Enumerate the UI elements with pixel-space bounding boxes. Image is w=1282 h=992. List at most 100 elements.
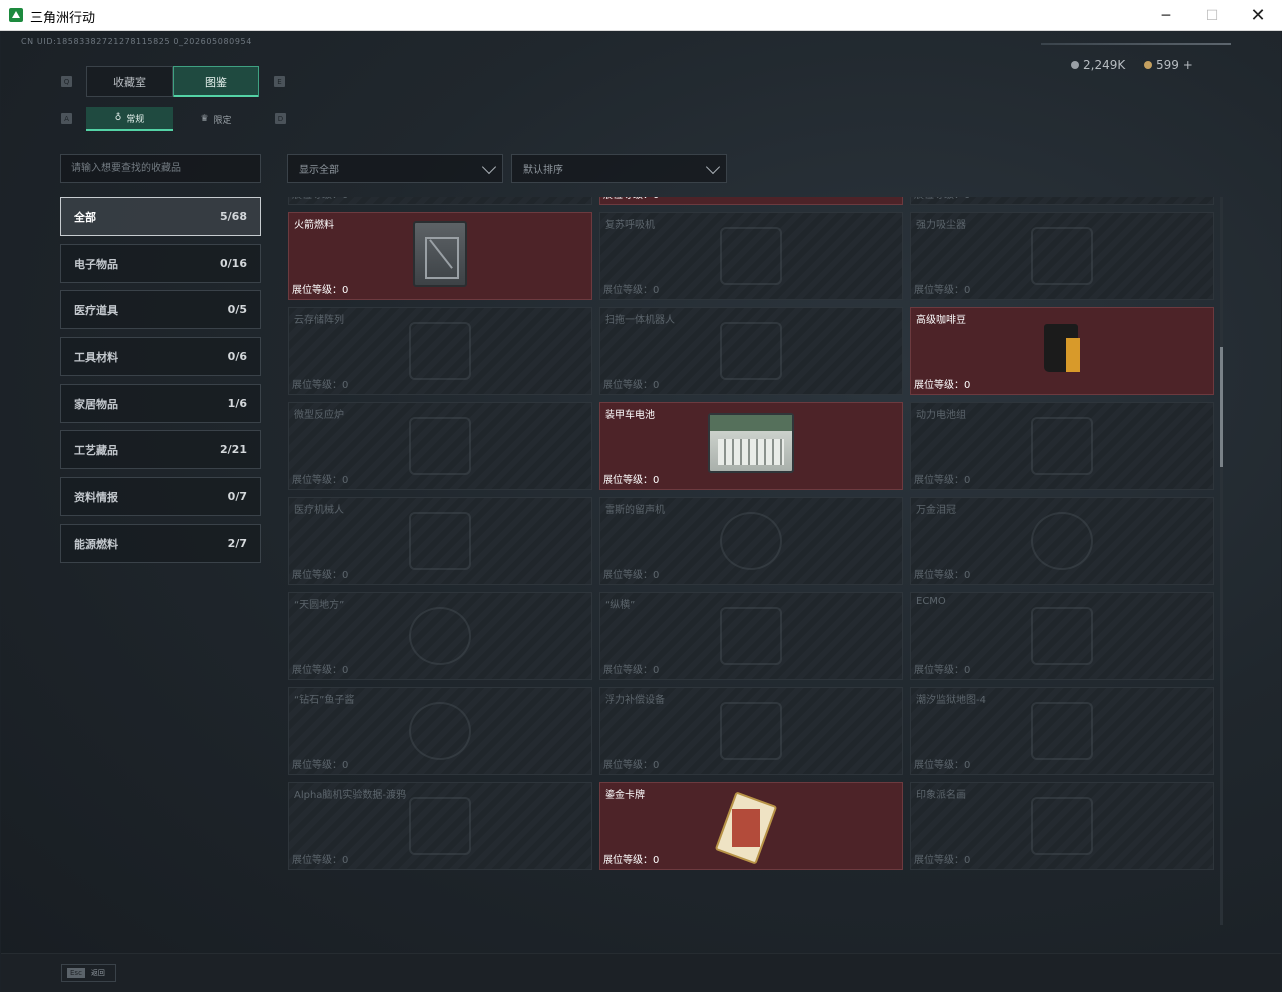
item-silhouette [409,417,471,475]
subtab-regular[interactable]: ♁ 常规 [86,107,173,131]
back-button[interactable]: Esc 返回 [61,964,116,982]
item-name: ECMO [916,596,946,607]
category-count: 1/6 [227,397,247,410]
item-name: Alpha脑机实验数据-渡鸦 [294,790,407,801]
item-silhouette [720,322,782,380]
display-filter-dropdown[interactable]: 显示全部 [287,154,503,183]
item-name: 复苏呼吸机 [605,220,655,231]
category-count: 0/6 [227,350,247,363]
item-display-level: 展位等级：0 [603,475,660,486]
collection-item-card[interactable]: 火箭燃料展位等级：0 [288,212,592,300]
collection-item-card[interactable]: 动力电池组 展位等级：0 [910,402,1214,490]
collection-item-card[interactable]: 扫拖一体机器人 展位等级：0 [599,307,903,395]
collection-item-card[interactable]: 万金泪冠 展位等级：0 [910,497,1214,585]
item-display-level: 展位等级：0 [292,855,349,866]
category-count: 0/5 [227,303,247,316]
category-energy[interactable]: 能源燃料 2/7 [60,524,261,563]
item-silhouette [1031,702,1093,760]
category-medical[interactable]: 医疗道具 0/5 [60,290,261,329]
gold-currency[interactable]: 599 + [1144,58,1193,72]
item-name: 印象派名画 [916,790,966,801]
item-display-level: 展位等级：0 [603,570,660,581]
item-display-level: 展位等级：0 [914,570,971,581]
silver-coin-icon [1071,61,1079,69]
collection-item-card[interactable]: 微型反应炉 展位等级：0 [288,402,592,490]
collection-item-card[interactable]: ECMO 展位等级：0 [910,592,1214,680]
crown-icon: ♛ [200,114,209,124]
item-image [1044,324,1080,372]
item-name: 鎏金卡牌 [605,790,645,801]
minimize-button[interactable]: ─ [1143,0,1189,31]
subtab-limited[interactable]: ♛ 限定 [173,107,259,131]
search-input[interactable] [60,154,261,183]
category-count: 0/7 [227,490,247,503]
item-grid: 奇美拉插件展位等级：0燧发枪步枪展位等级：0单兵电台背包展位等级：0火箭燃料展位… [288,197,1214,870]
collection-item-card[interactable]: 医疗机械人 展位等级：0 [288,497,592,585]
maximize-button[interactable]: ☐ [1189,0,1235,31]
item-image [714,791,778,865]
collection-item-card[interactable]: Alpha脑机实验数据-渡鸦 展位等级：0 [288,782,592,870]
item-silhouette [1031,797,1093,855]
collection-item-card[interactable]: 浮力补偿设备 展位等级：0 [599,687,903,775]
collection-item-card[interactable]: 印象派名画展位等级：0 [910,782,1214,870]
item-silhouette [720,227,782,285]
collection-item-card[interactable]: 雷斯的留声机 展位等级：0 [599,497,903,585]
item-display-level: 展位等级：0 [603,197,659,201]
collection-item-card[interactable]: “天圆地方” 展位等级：0 [288,592,592,680]
category-crafts[interactable]: 工艺藏品 2/21 [60,430,261,469]
category-electronics[interactable]: 电子物品 0/16 [60,244,261,283]
collection-item-card[interactable]: 装甲车电池 展位等级：0 [599,402,903,490]
app-logo-icon [9,8,23,22]
collection-item-card[interactable]: 高级咖啡豆 展位等级：0 [910,307,1214,395]
tab-codex[interactable]: 图鉴 [173,66,259,97]
category-label: 全部 [74,210,96,224]
item-name: 强力吸尘器 [916,220,966,231]
item-image [708,413,794,473]
collection-item-card[interactable]: 潮汐监狱地图-4 展位等级：0 [910,687,1214,775]
item-display-level: 展位等级：0 [914,665,971,676]
collection-item-card[interactable]: 云存储阵列 展位等级：0 [288,307,592,395]
window-title: 三角洲行动 [30,11,96,26]
bottom-bar: Esc 返回 [1,953,1281,992]
tab-collection-room[interactable]: 收藏室 [86,66,173,97]
subtab-limited-label: 限定 [213,115,232,126]
item-silhouette [409,322,471,380]
item-display-level: 展位等级：0 [914,855,971,866]
item-name: “天圆地方” [294,600,345,611]
item-name: “钻石”鱼子酱 [294,695,355,706]
scrollbar-thumb[interactable] [1220,347,1223,467]
item-name: 火箭燃料 [294,220,334,231]
item-grid-scrollbar[interactable] [1220,197,1223,925]
category-tools[interactable]: 工具材料 0/6 [60,337,261,376]
collection-item-card[interactable]: 强力吸尘器 展位等级：0 [910,212,1214,300]
collection-item-card[interactable]: “钻石”鱼子酱 展位等级：0 [288,687,592,775]
collection-item-card[interactable]: 奇美拉插件展位等级：0 [288,197,592,205]
item-name: 雷斯的留声机 [605,505,665,516]
item-silhouette [1031,417,1093,475]
item-silhouette [1031,607,1093,665]
collection-item-card[interactable]: 复苏呼吸机 展位等级：0 [599,212,903,300]
category-label: 医疗道具 [74,303,118,317]
item-display-level: 展位等级：0 [603,665,660,676]
category-label: 能源燃料 [74,537,118,551]
item-name: 潮汐监狱地图-4 [916,695,986,706]
item-display-level: 展位等级：0 [914,197,970,201]
category-label: 工艺藏品 [74,443,118,457]
collection-item-card[interactable]: 单兵电台背包展位等级：0 [910,197,1214,205]
sort-dropdown[interactable]: 默认排序 [511,154,727,183]
collection-item-card[interactable]: 燧发枪步枪展位等级：0 [599,197,903,205]
category-intel[interactable]: 资料情报 0/7 [60,477,261,516]
close-button[interactable]: ✕ [1235,0,1281,31]
category-count: 0/16 [220,257,247,270]
collection-item-card[interactable]: 鎏金卡牌 展位等级：0 [599,782,903,870]
category-household[interactable]: 家居物品 1/6 [60,384,261,423]
item-grid-viewport[interactable]: 奇美拉插件展位等级：0燧发枪步枪展位等级：0单兵电台背包展位等级：0火箭燃料展位… [288,197,1214,925]
item-display-level: 展位等级：0 [292,570,349,581]
item-silhouette [1031,227,1093,285]
category-all[interactable]: 全部 5/68 [60,197,261,236]
item-silhouette [409,607,471,665]
collection-item-card[interactable]: “纵横” 展位等级：0 [599,592,903,680]
item-display-level: 展位等级：0 [914,380,971,391]
item-display-level: 展位等级：0 [292,285,349,296]
key-hint-a: A [61,113,72,124]
